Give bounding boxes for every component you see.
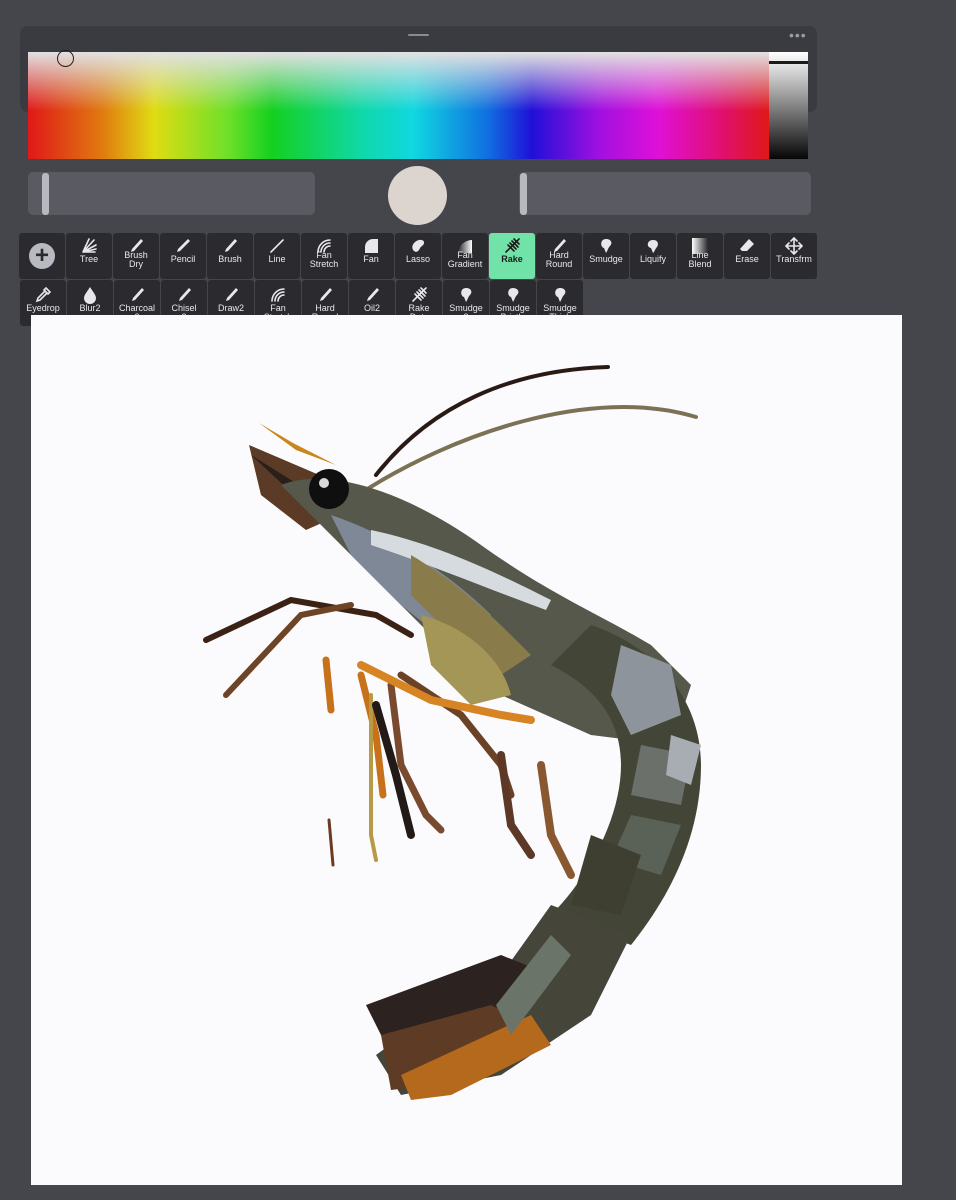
transform-icon <box>784 236 804 256</box>
tool-line-blend-button[interactable]: Line Blend <box>677 233 723 279</box>
smudge-icon <box>457 286 475 304</box>
brush-icon <box>316 286 334 304</box>
tool-label: Brush <box>218 254 242 264</box>
brush-icon <box>363 286 381 304</box>
lasso-icon <box>409 237 427 255</box>
tool-tree-button[interactable]: Tree <box>66 233 112 279</box>
brush-icon <box>175 286 193 304</box>
add-brush-button[interactable]: + <box>19 233 65 279</box>
rake-icon <box>410 286 428 304</box>
blur-drop-icon <box>81 286 99 304</box>
tool-label: Fan Stretch <box>309 250 339 269</box>
tool-label: Liquify <box>639 254 666 264</box>
brush-icon <box>221 237 239 255</box>
tool-label: Pencil <box>170 254 196 264</box>
smudge-icon <box>597 237 615 255</box>
tool-label: Smudge <box>589 254 623 264</box>
more-dots-icon[interactable]: ••• <box>789 28 807 42</box>
pencil-icon <box>174 237 192 255</box>
tool-fan-gradient-button[interactable]: Fan Gradient <box>442 233 488 279</box>
tool-label: Line <box>268 254 286 264</box>
smudge-icon <box>551 286 569 304</box>
eraser-icon <box>738 237 756 255</box>
hue-saturation-spectrum[interactable] <box>28 52 769 159</box>
tool-label: Lasso <box>405 254 431 264</box>
tool-pencil-button[interactable]: Pencil <box>160 233 206 279</box>
tool-smudge-button[interactable]: Smudge <box>583 233 629 279</box>
shrimp-painting <box>203 365 701 1100</box>
tool-label: Transfrm <box>776 254 812 264</box>
tool-label: Draw2 <box>217 303 244 313</box>
tool-fan-button[interactable]: Fan <box>348 233 394 279</box>
tool-label: Hard Round <box>545 250 573 269</box>
brush-opacity-slider[interactable] <box>519 172 811 215</box>
tool-label: Rake <box>501 254 523 264</box>
tool-fan-stretch-button[interactable]: Fan Stretch <box>301 233 347 279</box>
tool-transfrm-button[interactable]: Transfrm <box>771 233 817 279</box>
tool-label: Line Blend <box>688 250 712 269</box>
brush-icon <box>222 286 240 304</box>
tool-label: Oil2 <box>363 303 380 313</box>
liquify-icon <box>644 237 662 255</box>
drawing-canvas[interactable] <box>31 315 902 1185</box>
brush-size-slider-handle[interactable] <box>42 173 49 215</box>
eyedropper-icon <box>34 286 52 304</box>
brightness-strip[interactable] <box>769 52 808 159</box>
color-picker-cursor[interactable] <box>57 50 74 67</box>
tool-rake-button[interactable]: Rake <box>489 233 535 279</box>
tool-hard-round-button[interactable]: Hard Round <box>536 233 582 279</box>
tool-line-button[interactable]: Line <box>254 233 300 279</box>
smudge-icon <box>504 286 522 304</box>
rake-icon <box>503 237 521 255</box>
brightness-marker[interactable] <box>769 61 808 64</box>
tool-brush-button[interactable]: Brush <box>207 233 253 279</box>
brush-icon <box>128 286 146 304</box>
tool-label: Fan Gradient <box>447 250 483 269</box>
add-icon: + <box>29 243 55 269</box>
tool-label: Blur2 <box>79 303 101 313</box>
brush-opacity-slider-handle[interactable] <box>520 173 527 215</box>
current-color-swatch[interactable] <box>388 166 447 225</box>
tree-brush-icon <box>80 237 98 255</box>
panel-drag-handle[interactable] <box>408 34 429 36</box>
tool-label: Eyedrop <box>26 303 60 313</box>
line-icon <box>268 237 286 255</box>
tool-label: Erase <box>735 254 759 264</box>
tool-erase-button[interactable]: Erase <box>724 233 770 279</box>
tool-label: Fan <box>363 254 379 264</box>
fan-stretch-icon <box>269 286 287 304</box>
tool-label: Tree <box>79 254 99 264</box>
tool-liquify-button[interactable]: Liquify <box>630 233 676 279</box>
tool-label: Brush Dry <box>124 250 148 269</box>
brush-size-slider[interactable] <box>28 172 315 215</box>
tool-brush-dry-button[interactable]: Brush Dry <box>113 233 159 279</box>
fan-icon <box>362 237 380 255</box>
tool-lasso-button[interactable]: Lasso <box>395 233 441 279</box>
